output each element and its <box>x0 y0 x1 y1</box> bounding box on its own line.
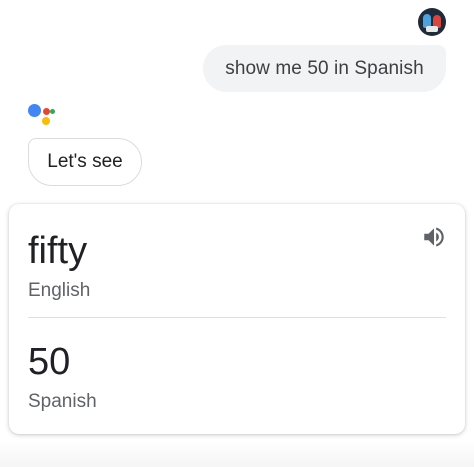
target-language-label: Spanish <box>28 391 97 412</box>
assistant-reply-bubble: Let's see <box>28 138 142 186</box>
translation-card[interactable]: fifty English 50 Spanish <box>9 204 465 434</box>
assistant-logo-green-dot <box>50 109 55 114</box>
user-query-bubble[interactable]: show me 50 in Spanish <box>203 45 446 92</box>
assistant-conversation-screen: show me 50 in Spanish Let's see fifty En… <box>0 0 474 467</box>
source-text: fifty <box>28 230 88 272</box>
assistant-logo-red-dot <box>43 108 50 115</box>
bottom-fade-area <box>0 440 474 467</box>
card-divider <box>28 317 446 318</box>
avatar-figure-base <box>426 26 438 32</box>
volume-speaker-icon[interactable] <box>421 224 447 250</box>
assistant-logo-yellow-dot <box>42 117 50 125</box>
translated-text: 50 <box>28 341 71 383</box>
assistant-logo-blue-dot <box>28 104 41 117</box>
source-language-label: English <box>28 280 91 301</box>
google-assistant-logo-icon <box>28 102 56 130</box>
user-avatar-icon[interactable] <box>418 8 446 36</box>
